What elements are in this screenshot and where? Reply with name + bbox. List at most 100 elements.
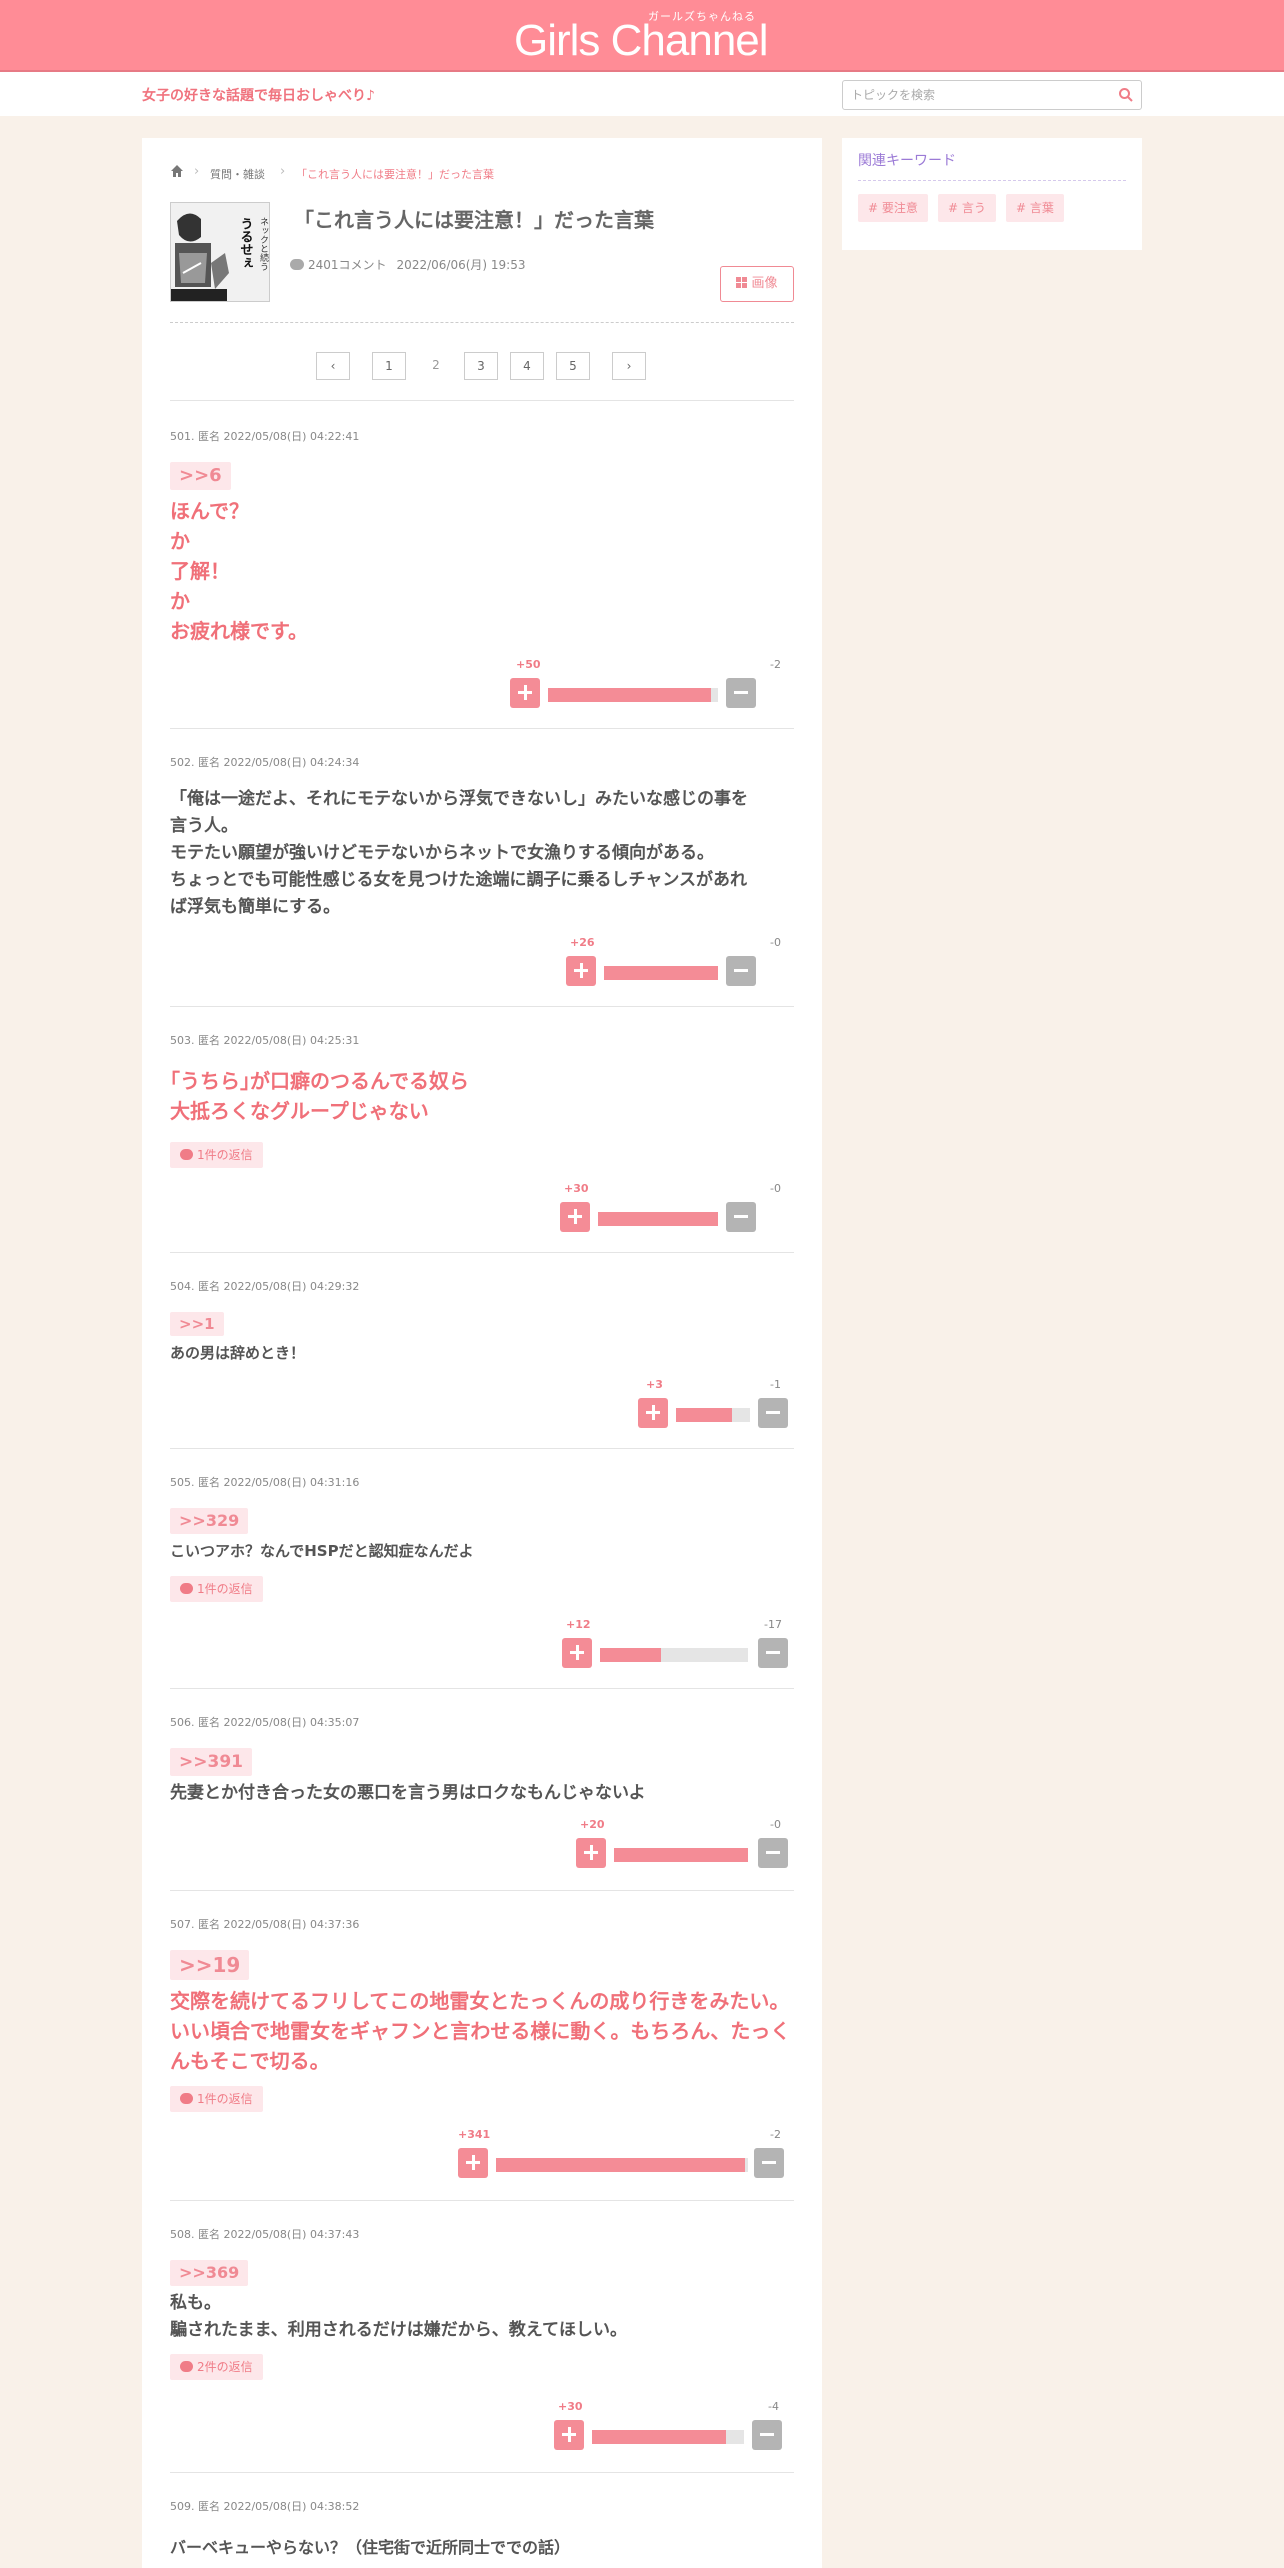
search-box bbox=[842, 80, 1142, 110]
comment-meta: 509. 匿名 2022/05/08(日) 04:38:52 bbox=[170, 2500, 360, 2513]
comment-501: 501. 匿名 2022/05/08(日) 04:22:41 >>6 ほんで？ … bbox=[170, 428, 794, 643]
plus-vote-button[interactable] bbox=[638, 1398, 668, 1428]
minus-count: -2 bbox=[770, 2128, 781, 2141]
plus-vote-button[interactable] bbox=[560, 1202, 590, 1232]
pagination-page[interactable]: 4 bbox=[510, 352, 544, 380]
comment-line: 騙されたまま、利用されるだけは嫌だから、教えてほしい。 bbox=[170, 2320, 627, 2340]
pagination-next[interactable]: › bbox=[612, 352, 646, 380]
vote-ratio-fill bbox=[548, 688, 712, 702]
comment-line: 私も。 bbox=[170, 2293, 221, 2313]
manga-thumbnail-image: うるせぇ ネックと続う bbox=[171, 203, 269, 301]
minus-count: -17 bbox=[764, 1618, 782, 1631]
plus-vote-button[interactable] bbox=[554, 2420, 584, 2450]
reply-count-label: 1件の返信 bbox=[197, 2092, 253, 2106]
minus-count: -4 bbox=[768, 2400, 779, 2413]
divider bbox=[170, 2472, 794, 2473]
comment-meta: 502. 匿名 2022/05/08(日) 04:24:34 bbox=[170, 756, 360, 769]
minus-vote-button[interactable] bbox=[758, 1638, 788, 1668]
reply-anchor[interactable]: >>19 bbox=[170, 1950, 250, 1980]
minus-count: -0 bbox=[770, 1818, 781, 1831]
comment-504: 504. 匿名 2022/05/08(日) 04:29:32 >>1 あの男は辞… bbox=[170, 1278, 794, 1388]
minus-vote-button[interactable] bbox=[726, 1202, 756, 1232]
image-button[interactable]: 画像 bbox=[720, 266, 794, 302]
reply-anchor[interactable]: >>391 bbox=[170, 1748, 252, 1776]
minus-vote-button[interactable] bbox=[726, 956, 756, 986]
comment-507: 507. 匿名 2022/05/08(日) 04:37:36 >>19 交際を続… bbox=[170, 1916, 794, 2112]
minus-count: -2 bbox=[770, 658, 781, 671]
home-icon[interactable] bbox=[170, 164, 184, 178]
reply-count-button[interactable]: 1件の返信 bbox=[170, 1576, 263, 1602]
comment-line: バーベキューやらない？（住宅街で近所同士ででの話） bbox=[170, 2538, 571, 2557]
divider bbox=[858, 180, 1126, 181]
minus-vote-button[interactable] bbox=[758, 1838, 788, 1868]
comment-line: か bbox=[170, 529, 190, 553]
comment-line: ｢うちら｣が口癖のつるんでる奴ら bbox=[170, 1069, 469, 1093]
plus-vote-button[interactable] bbox=[458, 2148, 488, 2178]
comment-line: 交際を続けてるフリしてこの地雷女とたっくんの成り行きをみたい。 bbox=[170, 1989, 790, 2013]
speech-bubble-icon bbox=[180, 2361, 193, 2372]
keyword-tag[interactable]: # 要注意 bbox=[858, 194, 928, 222]
reply-count-button[interactable]: 2件の返信 bbox=[170, 2354, 263, 2380]
search-input[interactable] bbox=[843, 81, 1103, 109]
image-button-label: 画像 bbox=[751, 276, 778, 291]
related-keywords-panel: 関連キーワード # 要注意 # 言う # 言葉 bbox=[842, 138, 1142, 250]
vote-ratio-bar bbox=[604, 966, 718, 980]
keyword-tag[interactable]: # 言う bbox=[938, 194, 996, 222]
comment-meta: 504. 匿名 2022/05/08(日) 04:29:32 bbox=[170, 1280, 360, 1293]
reply-anchor[interactable]: >>6 bbox=[170, 462, 231, 490]
comment-line: ほんで？ bbox=[170, 499, 249, 523]
comment-meta: 505. 匿名 2022/05/08(日) 04:31:16 bbox=[170, 1476, 360, 1489]
thumb-text: うるせぇ bbox=[238, 217, 254, 269]
plus-vote-button[interactable] bbox=[566, 956, 596, 986]
topic-date: 2022/06/06(月) 19:53 bbox=[396, 258, 526, 272]
vote-ratio-fill bbox=[614, 1848, 748, 1862]
divider bbox=[170, 1448, 794, 1449]
comment-body: ｢うちら｣が口癖のつるんでる奴ら 大抵ろくなグループじゃない bbox=[170, 1066, 794, 1126]
comment-body: こいつアホ？なんでHSPだと認知症なんだよ bbox=[170, 1538, 794, 1565]
plus-vote-button[interactable] bbox=[562, 1638, 592, 1668]
minus-vote-button[interactable] bbox=[726, 678, 756, 708]
search-icon[interactable] bbox=[1118, 87, 1134, 103]
pagination-page[interactable]: 5 bbox=[556, 352, 590, 380]
site-tagline: 女子の好きな話題で毎日おしゃべり♪ bbox=[142, 88, 375, 104]
pagination-page[interactable]: 3 bbox=[464, 352, 498, 380]
breadcrumb-category[interactable]: 質問・雑談 bbox=[210, 166, 265, 182]
vote-ratio-bar bbox=[592, 2430, 744, 2444]
comment-line: こいつアホ？なんでHSPだと認知症なんだよ bbox=[170, 1542, 474, 1560]
divider bbox=[170, 1252, 794, 1253]
plus-vote-button[interactable] bbox=[576, 1838, 606, 1868]
comment-line: 言う人。 bbox=[170, 816, 238, 836]
comment-line: いい頃合で地雷女をギャフンと言わせる様に動く。もちろん、たっく bbox=[170, 2019, 791, 2043]
minus-vote-button[interactable] bbox=[754, 2148, 784, 2178]
site-logo[interactable]: Girls Channel ガールズちゃんねる bbox=[514, 10, 774, 66]
reply-count-label: 2件の返信 bbox=[197, 2360, 253, 2374]
keyword-tag[interactable]: # 言葉 bbox=[1006, 194, 1064, 222]
plus-vote-button[interactable] bbox=[510, 678, 540, 708]
plus-count: +341 bbox=[458, 2128, 491, 2141]
comment-line: 先妻とか付き合った女の悪口を言う男はロクなもんじゃないよ bbox=[170, 1783, 646, 1803]
logo-subtext: ガールズちゃんねる bbox=[648, 10, 756, 23]
vote-ratio-fill bbox=[598, 1212, 718, 1226]
reply-count-button[interactable]: 1件の返信 bbox=[170, 1142, 263, 1168]
vote-widget: +12 -17 bbox=[562, 1618, 796, 1674]
vote-ratio-bar bbox=[548, 688, 718, 702]
reply-count-button[interactable]: 1件の返信 bbox=[170, 2086, 263, 2112]
minus-vote-button[interactable] bbox=[758, 1398, 788, 1428]
pagination-current: 2 bbox=[419, 352, 453, 380]
topic-thumbnail[interactable]: うるせぇ ネックと続う bbox=[170, 202, 270, 302]
vote-ratio-fill bbox=[676, 1408, 732, 1422]
reply-anchor[interactable]: >>369 bbox=[170, 2260, 249, 2286]
vote-ratio-fill bbox=[604, 966, 718, 980]
reply-anchor[interactable]: >>329 bbox=[170, 1508, 249, 1534]
comment-body: 「俺は一途だよ、それにモテないから浮気できないし」みたいな感じの事を 言う人。 … bbox=[170, 786, 794, 921]
divider bbox=[170, 400, 794, 401]
pagination-page[interactable]: 1 bbox=[372, 352, 406, 380]
comment-line: モテたい願望が強いけどモテないからネットで女漁りする傾向がある。 bbox=[170, 843, 714, 863]
topic-meta: 2401コメント 2022/06/06(月) 19:53 bbox=[290, 256, 525, 273]
speech-bubble-icon bbox=[180, 1583, 193, 1594]
reply-anchor[interactable]: >>1 bbox=[170, 1312, 224, 1336]
comment-count[interactable]: 2401コメント bbox=[308, 258, 387, 272]
pagination-prev[interactable]: ‹ bbox=[316, 352, 350, 380]
comment-505: 505. 匿名 2022/05/08(日) 04:31:16 >>329 こいつ… bbox=[170, 1474, 794, 1624]
minus-vote-button[interactable] bbox=[752, 2420, 782, 2450]
